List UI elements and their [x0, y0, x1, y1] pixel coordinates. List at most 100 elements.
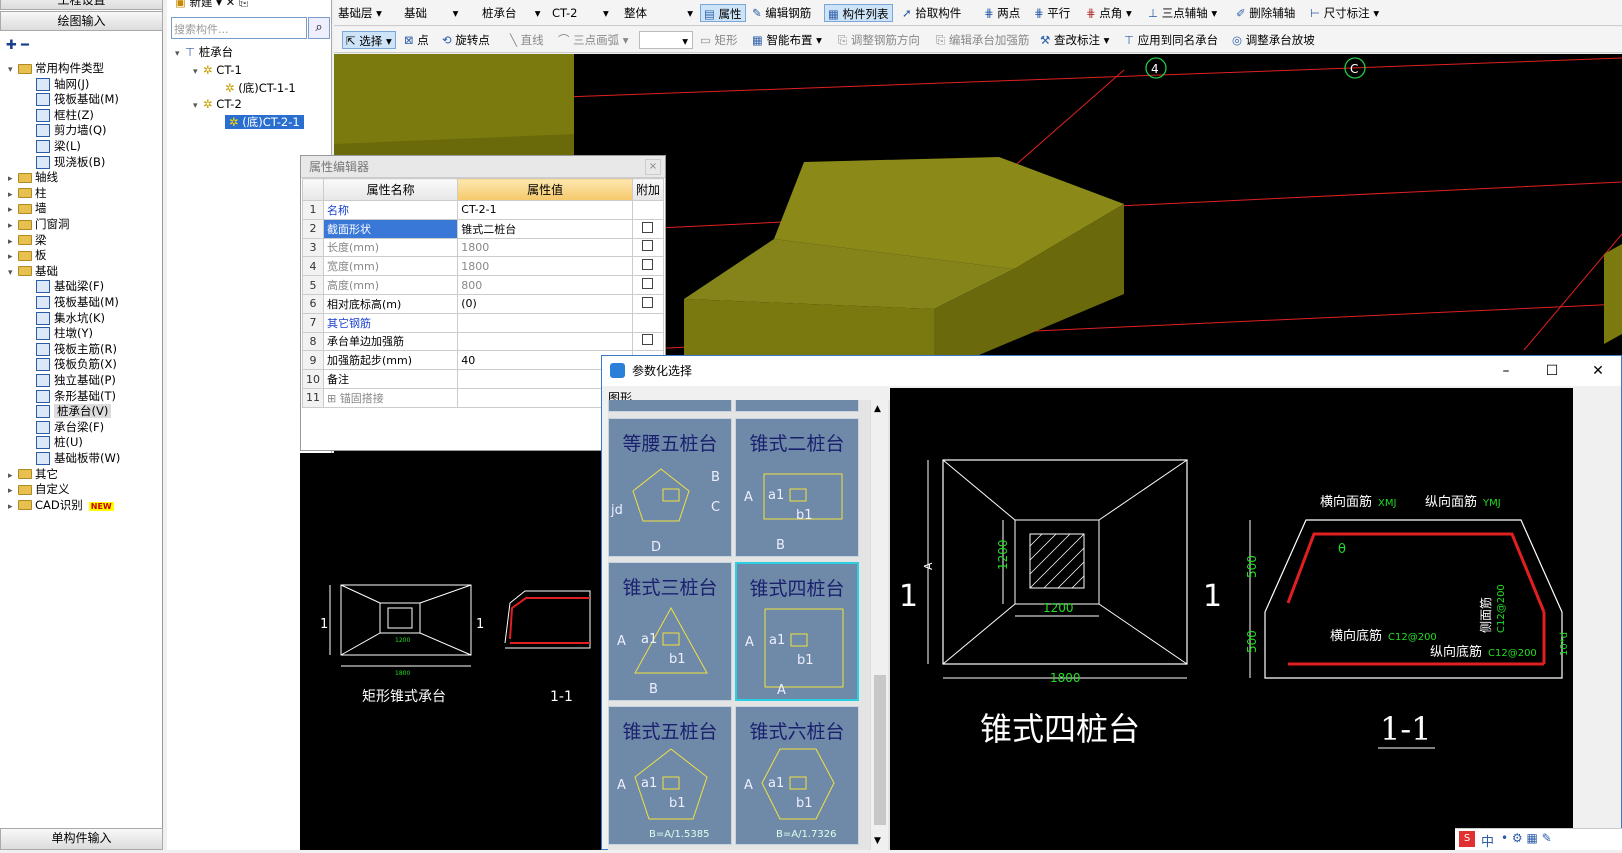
close-icon[interactable]: ✕ [1575, 356, 1621, 386]
property-value[interactable]: CT-2-1 [457, 200, 633, 220]
floor-select[interactable]: 基础层 ▾ [338, 4, 382, 22]
tree-item-ct1-1[interactable]: ✲ (底)CT-1-1 [175, 80, 304, 96]
tree-item[interactable]: 桩承台(V) [36, 403, 112, 419]
tree-folder[interactable]: ▸ 板 [8, 247, 47, 263]
expander-icon[interactable]: ▾ [8, 62, 18, 78]
attach-checkbox[interactable] [642, 296, 654, 308]
edit-rebar-button[interactable]: ✎ 编辑钢筋 [752, 4, 811, 22]
type-select[interactable]: 桩承台 ▾ [482, 4, 541, 22]
property-row[interactable]: 3 长度(mm) 1800 [302, 237, 665, 258]
tree-folder[interactable]: ▾ 基础 [8, 263, 58, 279]
expander-icon[interactable]: ▾ [8, 265, 18, 281]
smart-layout-button[interactable]: ▦ 智能布置 ▾ [752, 31, 822, 49]
property-row[interactable]: 1 名称 CT-2-1 [302, 200, 665, 220]
select-button[interactable]: ⇱ 选择 ▾ [342, 31, 396, 49]
attach-checkbox[interactable] [642, 278, 654, 290]
shape-thumbnail[interactable]: 锥式三桩台 Aa1 b1 B [608, 562, 732, 701]
attach-checkbox[interactable] [642, 221, 654, 233]
shape-thumbnail[interactable]: 锥式二桩台 Aa1 b1 B [735, 418, 859, 557]
new-component-button[interactable]: ▣ 新建 ▾ ✕ ⎘ [175, 0, 248, 10]
tree-item[interactable]: 柱墩(Y) [36, 325, 93, 341]
scope-select[interactable]: 整体 ▾ [624, 4, 693, 22]
rect-button[interactable]: ▭ 矩形 [700, 31, 738, 49]
tree-item[interactable]: 承台梁(F) [36, 419, 104, 435]
tree-item[interactable]: 基础板带(W) [36, 450, 120, 466]
attach-checkbox[interactable] [642, 334, 654, 346]
minimize-icon[interactable]: – [1483, 356, 1529, 386]
tree-item[interactable]: 基础梁(F) [36, 278, 104, 294]
scroll-down-icon[interactable]: ▼ [874, 836, 881, 846]
tree-folder[interactable]: ▸ 柱 [8, 185, 47, 201]
shape-thumbnail[interactable]: 锥式五桩台 Aa1 b1 B=A/1.5385 [608, 706, 732, 845]
shape-thumbnail[interactable]: 锥式六桩台 Aa1 b1 B=A/1.7326 [735, 706, 859, 845]
property-row[interactable]: 4 宽度(mm) 1800 [302, 256, 665, 277]
tree-item[interactable]: 集水坑(K) [36, 310, 105, 326]
tree-folder[interactable]: ▸ 梁 [8, 232, 47, 248]
property-value[interactable]: 800 [457, 275, 633, 295]
tree-folder[interactable]: ▸ 轴线 [8, 169, 58, 185]
component-select[interactable]: CT-2 ▾ [552, 4, 609, 22]
ime-mode[interactable]: 中 [1481, 831, 1494, 850]
adjust-rebar-direction-button[interactable]: ⎘ 调整钢筋方向 [838, 31, 920, 49]
point-angle-button[interactable]: ⋕ 点角 ▾ [1086, 4, 1132, 22]
three-point-aux-button[interactable]: ⊥ 三点辅轴 ▾ [1148, 4, 1217, 22]
tree-item[interactable]: 框柱(Z) [36, 107, 94, 123]
tree-item[interactable]: 独立基础(P) [36, 372, 116, 388]
line-button[interactable]: ╲ 直线 [510, 31, 544, 49]
tree-item-ct2[interactable]: ▾ ✲ CT-2 [175, 96, 304, 114]
parallel-button[interactable]: ⋕ 平行 [1034, 4, 1070, 22]
adjust-slope-button[interactable]: ◎ 调整承台放坡 [1232, 31, 1315, 49]
scroll-thumb[interactable] [874, 675, 886, 825]
property-value[interactable]: 1800 [457, 237, 633, 258]
tree-item[interactable]: 筏板基础(M) [36, 294, 119, 310]
rotate-point-button[interactable]: ⟲ 旋转点 [442, 31, 490, 49]
component-search-input[interactable]: 搜索构件... [171, 17, 307, 39]
tree-item[interactable]: 桩(U) [36, 434, 83, 450]
shape-thumbnail[interactable]: 锥式四桩台 Aa1 b1 A [735, 562, 859, 701]
attach-checkbox[interactable] [642, 259, 654, 271]
tree-item[interactable]: 轴网(J) [36, 76, 89, 92]
ime-icon[interactable]: S [1459, 831, 1475, 847]
tree-item[interactable]: 现浇板(B) [36, 154, 105, 170]
component-list-button[interactable]: ▦ 构件列表 [824, 4, 893, 22]
property-row[interactable]: 2 截面形状 锥式二桩台 [302, 218, 665, 239]
tree-folder[interactable]: ▸ 门窗洞 [8, 216, 70, 232]
property-value[interactable] [457, 331, 633, 352]
tree-item-ct2-1[interactable]: ✲ (底)CT-2-1 [175, 114, 304, 130]
tree-folder[interactable]: ▾ 常用构件类型 [8, 60, 104, 76]
check-annotation-button[interactable]: ⚒ 查改标注 ▾ [1040, 31, 1109, 49]
tree-item[interactable]: 筏板主筋(R) [36, 341, 117, 357]
tree-item-ct1[interactable]: ▾ ✲ CT-1 [175, 62, 304, 80]
pick-component-button[interactable]: ➚ 拾取构件 [902, 4, 961, 22]
thumbnail-partial[interactable] [735, 400, 859, 412]
point-button[interactable]: ⊠ 点 [404, 31, 429, 49]
tree-item[interactable]: 筏板负筋(X) [36, 356, 117, 372]
property-value[interactable]: 锥式二桩台 [457, 218, 633, 239]
search-icon[interactable]: ⌕ [308, 17, 330, 39]
edit-reinforcement-button[interactable]: ⎘ 编辑承台加强筋 [936, 31, 1029, 49]
property-row[interactable]: 8 承台单边加强筋 [302, 331, 665, 352]
arc-button[interactable]: ⌒ 三点画弧 ▾ [558, 31, 629, 49]
tree-root[interactable]: ▾ ⊤ 桩承台 [175, 44, 304, 62]
property-row[interactable]: 7 其它钢筋 [302, 312, 665, 333]
tree-folder[interactable]: ▸ 其它 [8, 466, 58, 482]
property-value[interactable]: (0) [457, 293, 633, 314]
tree-item[interactable]: 梁(L) [36, 138, 81, 154]
dimension-button[interactable]: ⊢ 尺寸标注 ▾ [1310, 4, 1379, 22]
thumbnail-scrollbar[interactable]: ▲ ▼ [870, 400, 888, 850]
category-select[interactable]: 基础 ▾ [404, 4, 458, 22]
property-value[interactable] [457, 312, 633, 333]
apply-same-name-button[interactable]: ⊤ 应用到同名承台 [1124, 31, 1218, 49]
tree-item[interactable]: 条形基础(T) [36, 388, 116, 404]
maximize-icon[interactable]: ☐ [1529, 356, 1575, 386]
close-icon[interactable]: × [645, 159, 661, 175]
tree-item[interactable]: 剪力墙(Q) [36, 122, 107, 138]
tree-folder[interactable]: ▸ CAD识别 NEW [8, 497, 114, 513]
expand-collapse-icons[interactable]: ✚ ━ [6, 38, 29, 53]
project-settings-button[interactable]: 工程设置 [0, 0, 163, 10]
ime-toolbar[interactable]: S 中 • ⚙ ▦ ✎ [1455, 828, 1622, 850]
tree-folder[interactable]: ▸ 墙 [8, 200, 47, 216]
drawing-input-button[interactable]: 绘图输入 [0, 11, 163, 31]
thumbnail-partial[interactable] [608, 400, 732, 412]
attach-checkbox[interactable] [642, 240, 654, 252]
